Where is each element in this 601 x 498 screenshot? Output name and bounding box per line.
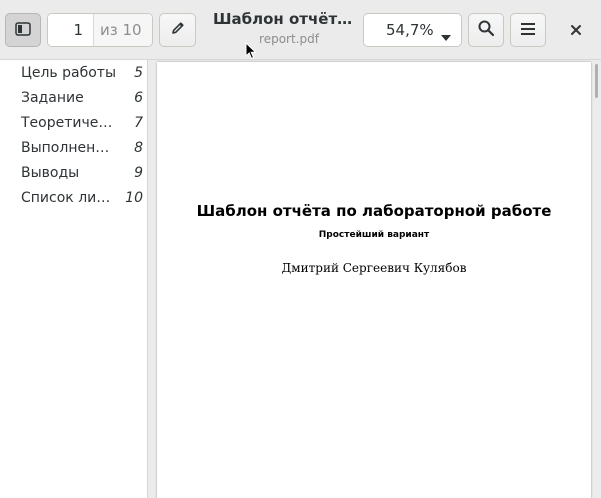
search-icon (477, 19, 495, 41)
outline-item[interactable]: Список литературы 10 (0, 185, 147, 210)
sidebar-icon (15, 21, 31, 40)
vertical-scrollbar[interactable] (595, 64, 598, 98)
outline-item-page: 8 (134, 139, 143, 156)
outline-sidebar: Цель работы 5 Задание 6 Теоретическое вв… (0, 60, 148, 498)
outline-item-page: 7 (134, 114, 143, 131)
outline-item-page: 10 (125, 189, 143, 206)
outline-item[interactable]: Задание 6 (0, 85, 147, 110)
page-number-input[interactable] (48, 14, 94, 46)
edit-button[interactable] (159, 13, 196, 47)
close-icon (570, 21, 582, 40)
outline-item-label: Список литературы (21, 189, 117, 206)
outline-item-label: Выполнение лабораторной работы (21, 139, 117, 156)
chevron-down-icon (440, 27, 452, 46)
zoom-value: 54,7% (386, 21, 434, 39)
page-total-label: из 10 (94, 14, 152, 46)
window-subtitle-filename: report.pdf (259, 32, 319, 46)
document-page: Шаблон отчёта по лабораторной работе Про… (157, 62, 591, 498)
outline-item-page: 5 (134, 64, 143, 81)
header-bar: из 10 Шаблон отчёта по лабораторной рабо… (0, 0, 601, 60)
zoom-selector[interactable]: 54,7% (363, 13, 462, 47)
sidebar-toggle-button[interactable] (5, 13, 41, 47)
mouse-pointer-icon (245, 41, 257, 64)
main-menu-button[interactable] (510, 13, 546, 47)
outline-item-label: Выводы (21, 164, 80, 181)
document-heading: Шаблон отчёта по лабораторной работе (196, 202, 552, 220)
search-button[interactable] (468, 13, 504, 47)
outline-item[interactable]: Выводы 9 (0, 160, 147, 185)
close-button[interactable] (560, 13, 592, 47)
document-title-area: Шаблон отчёта по лабораторной работе rep… (205, 10, 355, 46)
document-view[interactable]: Шаблон отчёта по лабораторной работе Про… (148, 60, 601, 498)
outline-item-page: 6 (134, 89, 143, 106)
outline-item[interactable]: Выполнение лабораторной работы 8 (0, 135, 147, 160)
pencil-icon (170, 20, 186, 40)
hamburger-menu-icon (520, 21, 536, 40)
window-title: Шаблон отчёта по лабораторной работе (213, 10, 355, 28)
outline-item-label: Теоретическое введение (21, 114, 117, 131)
document-author: Дмитрий Сергеевич Кулябов (281, 261, 467, 275)
outline-item[interactable]: Цель работы 5 (0, 60, 147, 85)
outline-item-page: 9 (134, 164, 143, 181)
outline-item[interactable]: Теоретическое введение 7 (0, 110, 147, 135)
document-subheading: Простейший вариант (318, 230, 430, 240)
outline-item-label: Задание (21, 89, 84, 106)
outline-item-label: Цель работы (21, 64, 117, 81)
page-navigation: из 10 (47, 13, 153, 47)
